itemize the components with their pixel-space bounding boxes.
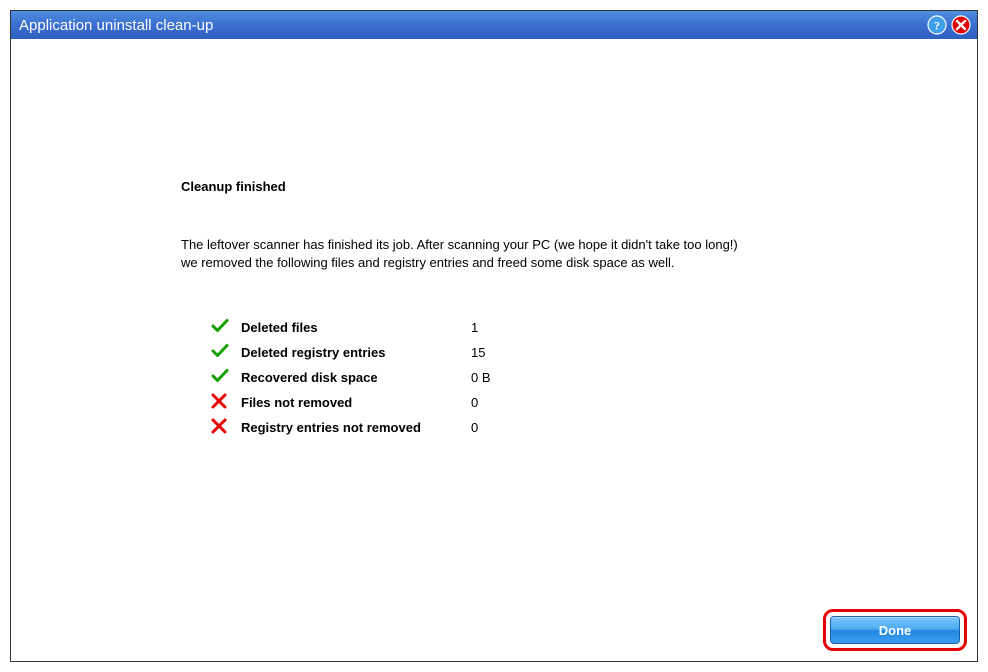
titlebar: Application uninstall clean-up ? [11, 11, 977, 39]
stat-value: 1 [471, 318, 491, 337]
stat-label: Files not removed [241, 393, 471, 412]
check-icon [181, 368, 241, 387]
cross-icon [181, 418, 241, 437]
page-heading: Cleanup finished [181, 179, 977, 194]
content-area: Cleanup finished The leftover scanner ha… [11, 39, 977, 661]
done-button-highlight: Done [823, 609, 967, 651]
close-icon[interactable] [951, 15, 971, 35]
window-title: Application uninstall clean-up [19, 17, 923, 34]
help-icon[interactable]: ? [927, 15, 947, 35]
stat-label: Recovered disk space [241, 368, 471, 387]
stat-value: 15 [471, 343, 491, 362]
stat-files-not-removed: Files not removed 0 [181, 393, 491, 412]
stat-value: 0 [471, 393, 491, 412]
dialog-window: Application uninstall clean-up ? Cleanup… [10, 10, 978, 662]
stat-value: 0 B [471, 368, 491, 387]
description-line-1: The leftover scanner has finished its jo… [181, 237, 738, 252]
description-line-2: we removed the following files and regis… [181, 255, 675, 270]
stat-deleted-files: Deleted files 1 [181, 318, 491, 337]
done-button[interactable]: Done [830, 616, 960, 644]
stats-list: Deleted files 1 Deleted registry entries… [181, 312, 491, 443]
check-icon [181, 318, 241, 337]
stat-label: Registry entries not removed [241, 418, 471, 437]
stat-label: Deleted files [241, 318, 471, 337]
check-icon [181, 343, 241, 362]
stat-label: Deleted registry entries [241, 343, 471, 362]
stat-deleted-registry: Deleted registry entries 15 [181, 343, 491, 362]
description-text: The leftover scanner has finished its jo… [181, 236, 841, 272]
stat-recovered-space: Recovered disk space 0 B [181, 368, 491, 387]
svg-text:?: ? [934, 19, 940, 33]
stat-value: 0 [471, 418, 491, 437]
cross-icon [181, 393, 241, 412]
stat-registry-not-removed: Registry entries not removed 0 [181, 418, 491, 437]
